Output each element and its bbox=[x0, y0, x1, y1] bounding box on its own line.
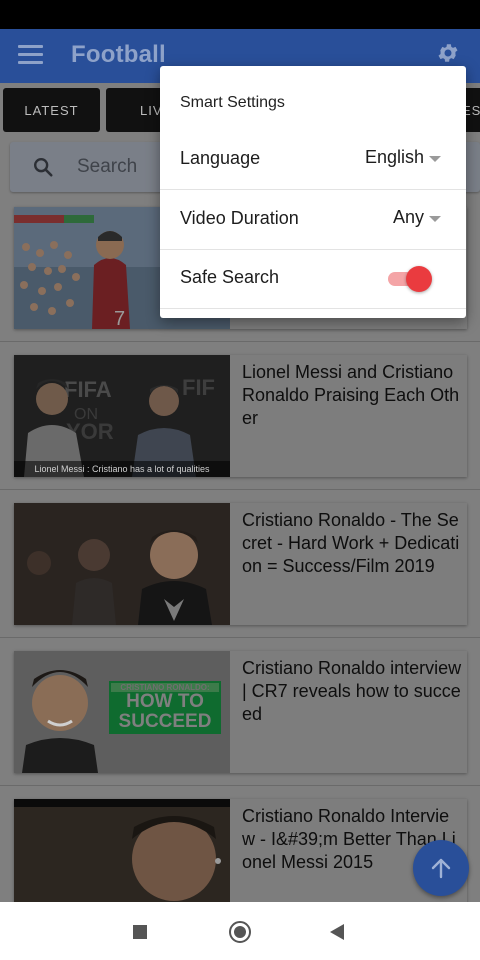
safe-search-label: Safe Search bbox=[180, 267, 280, 287]
safe-search-toggle[interactable] bbox=[388, 266, 432, 292]
language-label: Language bbox=[180, 148, 261, 168]
badge-line: HOW TO bbox=[126, 691, 204, 712]
toggle-thumb bbox=[406, 266, 432, 292]
smart-settings-popup: Smart Settings Language English Video Du… bbox=[160, 66, 466, 318]
video-thumbnail[interactable]: FIFA ON YOR FIF Lionel Messi : Cristiano… bbox=[14, 355, 230, 477]
video-title: Cristiano Ronaldo - The Secret - Hard Wo… bbox=[242, 510, 460, 576]
search-icon[interactable] bbox=[32, 156, 54, 178]
video-card[interactable]: FIFA ON YOR FIF Lionel Messi : Cristiano… bbox=[14, 355, 467, 477]
home-button[interactable] bbox=[229, 921, 251, 943]
thumbnail-caption: Lionel Messi : Cristiano has a lot of qu… bbox=[14, 461, 230, 477]
svg-text:FIF: FIF bbox=[182, 375, 215, 400]
popup-title: Smart Settings bbox=[180, 94, 285, 111]
svg-text:FIFA: FIFA bbox=[64, 377, 112, 402]
recent-apps-button[interactable] bbox=[133, 925, 147, 939]
chevron-down-icon[interactable] bbox=[429, 156, 441, 162]
list-divider bbox=[0, 785, 480, 786]
status-bar bbox=[0, 0, 480, 29]
tab-label: LATEST bbox=[24, 102, 79, 118]
popup-divider bbox=[160, 308, 466, 309]
menu-icon[interactable] bbox=[18, 45, 43, 65]
chevron-down-icon[interactable] bbox=[429, 216, 441, 222]
video-title: Lionel Messi and Cristiano Ronaldo Prais… bbox=[242, 362, 460, 428]
video-card[interactable]: CRISTIANO RONALDO: HOW TO SUCCEED Cristi… bbox=[14, 651, 467, 773]
system-nav-bar bbox=[0, 902, 480, 960]
list-divider bbox=[0, 489, 480, 490]
back-button[interactable] bbox=[330, 924, 344, 940]
tab-latest[interactable]: LATEST bbox=[3, 88, 100, 132]
list-divider bbox=[0, 637, 480, 638]
arrow-up-icon bbox=[431, 858, 451, 879]
thumbnail-badge: CRISTIANO RONALDO: HOW TO SUCCEED bbox=[109, 681, 221, 734]
duration-setting[interactable]: Video Duration Any bbox=[160, 190, 466, 249]
list-divider bbox=[0, 341, 480, 342]
duration-dropdown[interactable]: Any bbox=[393, 207, 424, 228]
app-title: Football bbox=[71, 41, 166, 68]
video-card[interactable]: Cristiano Ronaldo - The Secret - Hard Wo… bbox=[14, 503, 467, 625]
language-setting[interactable]: Language English bbox=[160, 130, 466, 189]
video-thumbnail[interactable] bbox=[14, 503, 230, 625]
video-title: Cristiano Ronaldo interview | CR7 reveal… bbox=[242, 658, 462, 724]
duration-label: Video Duration bbox=[180, 208, 299, 228]
language-dropdown[interactable]: English bbox=[365, 147, 424, 168]
video-thumbnail[interactable]: CRISTIANO RONALDO: HOW TO SUCCEED bbox=[14, 651, 230, 773]
svg-text:7: 7 bbox=[114, 308, 125, 329]
safe-search-setting[interactable]: Safe Search bbox=[160, 249, 466, 308]
badge-line: SUCCEED bbox=[118, 711, 212, 732]
scroll-to-top-button[interactable] bbox=[413, 840, 469, 896]
gear-icon[interactable] bbox=[436, 41, 460, 65]
